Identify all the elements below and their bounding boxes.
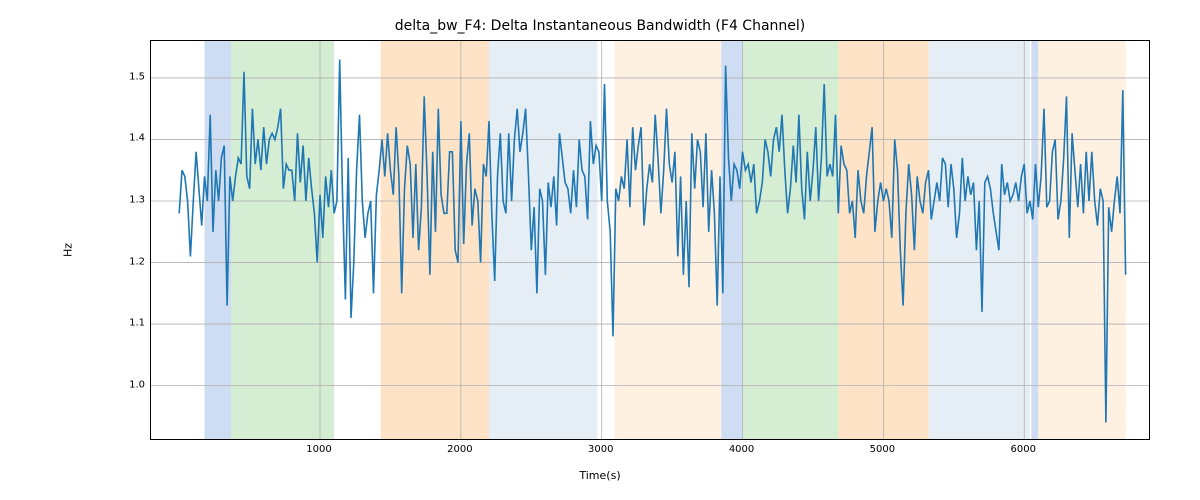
y-tick-label: 1.4	[105, 133, 145, 144]
background-band	[1031, 41, 1038, 440]
background-band	[614, 41, 721, 440]
chart-title: delta_bw_F4: Delta Instantaneous Bandwid…	[0, 18, 1200, 34]
y-axis-label: Hz	[62, 243, 75, 257]
x-tick-label: 1000	[306, 444, 331, 455]
background-band	[381, 41, 489, 440]
chart-svg	[151, 41, 1150, 440]
x-tick-label: 3000	[588, 444, 613, 455]
figure: delta_bw_F4: Delta Instantaneous Bandwid…	[0, 0, 1200, 500]
y-tick-label: 1.2	[105, 256, 145, 267]
y-tick-label: 1.3	[105, 195, 145, 206]
y-tick-label: 1.5	[105, 71, 145, 82]
x-tick-label: 6000	[1011, 444, 1036, 455]
background-band	[928, 41, 1029, 440]
plot-area	[150, 40, 1150, 440]
y-tick-label: 1.0	[105, 379, 145, 390]
x-axis-label: Time(s)	[0, 469, 1200, 482]
y-tick-label: 1.1	[105, 318, 145, 329]
background-band	[1038, 41, 1125, 440]
background-band	[205, 41, 232, 440]
x-tick-label: 2000	[447, 444, 472, 455]
x-tick-label: 4000	[729, 444, 754, 455]
x-tick-label: 5000	[870, 444, 895, 455]
